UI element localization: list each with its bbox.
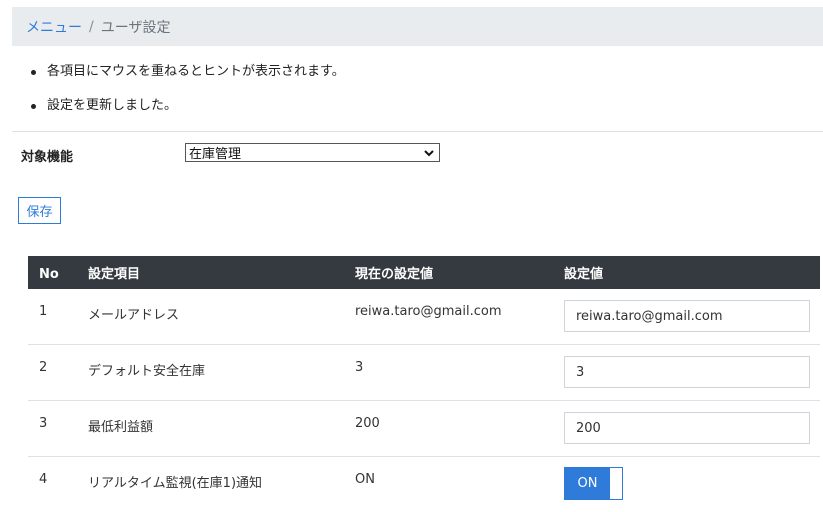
table-header: No 設定項目 現在の設定値 設定値 [28,256,820,289]
row-item: 最低利益額 [88,420,154,435]
target-function-value: 在庫管理 [189,147,242,162]
column-header-no: No [39,267,59,282]
message-updated: 設定を更新しました。 [31,96,345,130]
column-header-current: 現在の設定値 [355,267,434,282]
save-button[interactable]: 保存 [18,197,61,224]
toggle-on-label: ON [565,468,610,499]
min-profit-field-value: 200 [576,420,601,436]
table-row: 1 メールアドレス reiwa.taro@gmail.com reiwa.tar… [28,289,820,345]
message-hint: 各項目にマウスを重ねるとヒントが表示されます。 [31,62,345,96]
row-item: デフォルト安全在庫 [88,364,206,379]
email-field-value: reiwa.taro@gmail.com [576,308,723,324]
row-current-value: 3 [355,360,364,375]
row-current-value: reiwa.taro@gmail.com [355,304,502,319]
column-header-setting: 設定値 [564,267,604,282]
row-no: 4 [39,472,48,487]
table-row: 2 デフォルト安全在庫 3 3 [28,345,820,401]
settings-table: No 設定項目 現在の設定値 設定値 1 メールアドレス reiwa.taro@… [28,256,820,512]
divider [12,131,823,132]
target-function-select[interactable]: 在庫管理 [185,143,440,162]
row-current-value: ON [355,472,375,487]
row-current-value: 200 [355,416,380,431]
email-field[interactable]: reiwa.taro@gmail.com [564,300,810,332]
safety-stock-field[interactable]: 3 [564,356,810,388]
target-function-label: 対象機能 [21,150,74,165]
chevron-down-icon [424,150,434,157]
breadcrumb-separator: / [89,18,94,35]
row-no: 2 [39,360,48,375]
column-header-item: 設定項目 [88,267,141,282]
breadcrumb-menu-link[interactable]: メニュー [26,17,82,37]
row-no: 3 [39,416,48,431]
table-row: 4 リアルタイム監視(在庫1)通知 ON ON [28,457,820,512]
breadcrumb: メニュー / ユーザ設定 [12,7,823,46]
row-item: リアルタイム監視(在庫1)通知 [88,476,263,491]
breadcrumb-current: ユーザ設定 [100,19,171,36]
min-profit-field[interactable]: 200 [564,412,810,444]
row-no: 1 [39,304,48,319]
safety-stock-field-value: 3 [576,364,585,380]
realtime-notify-toggle[interactable]: ON [564,467,623,500]
row-item: メールアドレス [88,308,180,323]
message-list: 各項目にマウスを重ねるとヒントが表示されます。 設定を更新しました。 [31,62,345,130]
table-row: 3 最低利益額 200 200 [28,401,820,457]
